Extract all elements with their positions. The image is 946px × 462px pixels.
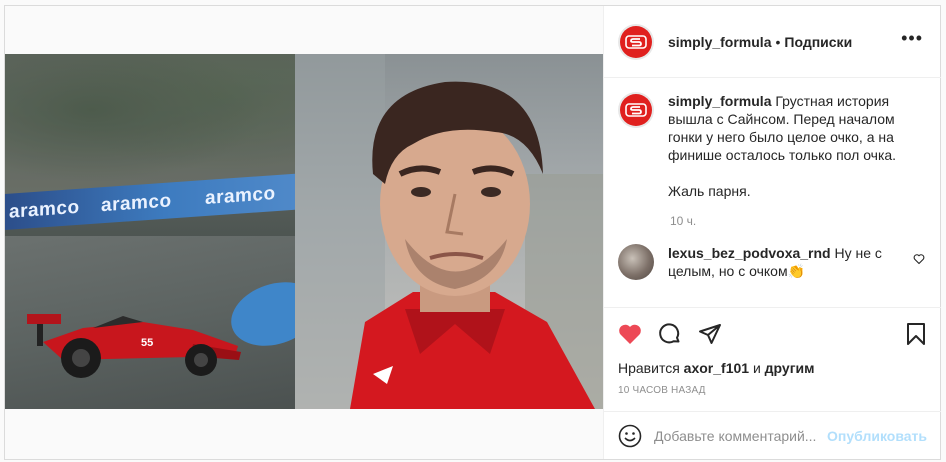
- driver-portrait: [295, 54, 603, 409]
- caption: simply_formula Грустная история вышла с …: [618, 92, 927, 200]
- svg-text:55: 55: [141, 337, 153, 349]
- add-comment-bar: Опубликовать: [604, 411, 941, 459]
- post-photo[interactable]: aramco aramco aramco 55: [5, 54, 603, 409]
- post-actions: Нравится axor_f101 и другим 10 часов наз…: [604, 307, 941, 396]
- simply-formula-logo: [620, 94, 652, 126]
- caption-time[interactable]: 10 ч.: [670, 214, 927, 228]
- comment-bubble-icon[interactable]: [658, 322, 682, 346]
- caption-username[interactable]: simply_formula: [668, 93, 771, 109]
- emoji-icon[interactable]: [618, 424, 642, 448]
- publish-button[interactable]: Опубликовать: [827, 428, 927, 444]
- driver-portrait-illustration: [295, 54, 603, 409]
- commenter-avatar[interactable]: [618, 244, 654, 280]
- race-car-photo: aramco aramco aramco 55: [5, 54, 328, 409]
- header-separator: •: [775, 33, 781, 50]
- simply-formula-logo: [620, 25, 652, 58]
- like-comment-heart-icon[interactable]: [913, 252, 925, 268]
- comment-item: lexus_bez_podvoxa_rnd Ну не с целым, но …: [618, 244, 927, 280]
- more-options-icon[interactable]: •••: [901, 29, 923, 47]
- caption-text-2: Жаль парня.: [668, 183, 751, 199]
- bookmark-icon[interactable]: [905, 322, 927, 346]
- likes-summary: Нравится axor_f101 и другим: [618, 360, 815, 376]
- profile-avatar[interactable]: [618, 23, 654, 60]
- post-side-panel: simply_formula • Подписки ••• simply_for…: [603, 6, 941, 459]
- header-username[interactable]: simply_formula: [668, 34, 771, 50]
- liked-by-user[interactable]: axor_f101: [684, 360, 749, 376]
- post-header: simply_formula • Подписки •••: [604, 6, 941, 78]
- race-car-illustration: 55: [27, 314, 241, 378]
- comment-input[interactable]: [654, 427, 826, 444]
- commenter-username[interactable]: lexus_bez_podvoxa_rnd: [668, 245, 831, 261]
- share-paper-plane-icon[interactable]: [698, 322, 722, 346]
- liked-by-others[interactable]: другим: [765, 360, 815, 376]
- post-card: aramco aramco aramco 55 simply_formula •…: [4, 5, 941, 460]
- caption-avatar[interactable]: [618, 92, 654, 128]
- following-button[interactable]: Подписки: [784, 34, 852, 50]
- comments-section[interactable]: simply_formula Грустная история вышла с …: [604, 78, 941, 306]
- post-media[interactable]: aramco aramco aramco 55: [5, 6, 603, 459]
- like-heart-icon[interactable]: [618, 323, 642, 345]
- post-timestamp[interactable]: 10 часов назад: [618, 385, 927, 396]
